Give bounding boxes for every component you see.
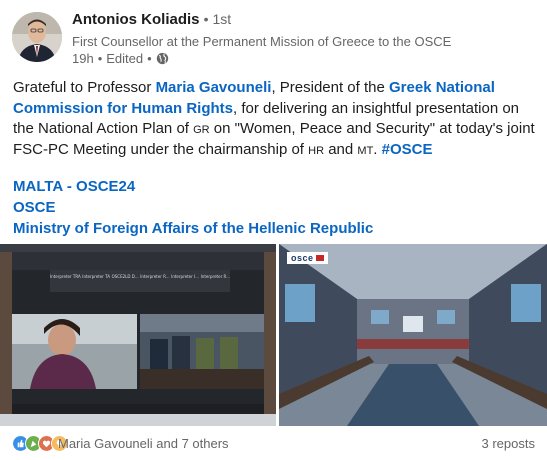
post-text-segment: and [324,140,358,158]
reaction-icons[interactable] [12,435,68,452]
abbr-hr: HR [308,140,325,158]
mention-osce[interactable]: OSCE [13,197,373,218]
mention-list: MALTA - OSCE24 OSCE Ministry of Foreign … [13,176,373,239]
post-paragraph: Grateful to Professor Maria Gavouneli, P… [13,78,538,160]
repost-count[interactable]: 3 reposts [482,436,535,451]
mention-hellenic-mfa[interactable]: Ministry of Foreign Affairs of the Helle… [13,218,373,239]
meta-separator: • [97,51,103,66]
zoom-participant-strip: Interpreter TRA Interpreter TA OSCE2LD D… [50,274,230,279]
hashtag-osce[interactable]: #OSCE [382,141,433,158]
post-text-segment: . [373,140,382,158]
meta-separator: • [147,51,152,66]
zoom-tile-label: Interpreter R... [200,274,230,279]
post-meta: 19h • Edited • [72,51,169,66]
edited-label: Edited [106,51,144,66]
post-image-conference-hall[interactable]: osce [279,244,547,426]
avatar-photo [12,12,62,62]
reactions-summary[interactable]: Maria Gavouneli and 7 others [58,436,229,451]
abbr-mt: MT [357,140,374,158]
zoom-tile-label: OSCE2LD D... [111,274,139,279]
mention-maria-gavouneli[interactable]: Maria Gavouneli [156,79,272,96]
osce-logo-text: osce [291,253,314,263]
connection-degree: 1st [212,11,232,27]
author-name[interactable]: Antonios Koliadis [72,11,200,28]
post-text-segment: Grateful to Professor [13,79,156,96]
zoom-tile-label: Interpreter TA [82,274,111,279]
post-body: Grateful to Professor Maria Gavouneli, P… [13,78,538,160]
zoom-tile-label: Interpreter TRA [50,274,81,279]
conference-hall-scene [279,244,547,426]
author-headline: First Counsellor at the Permanent Missio… [72,34,452,49]
zoom-tile-label: Interpreter I... [171,274,200,279]
osce-logo-mark [315,255,324,261]
zoom-tile-label: Interpreter R... [140,274,170,279]
mention-malta-osce24[interactable]: MALTA - OSCE24 [13,176,373,197]
globe-icon [156,52,168,65]
abbr-gr: GR [193,120,210,137]
post-image-video-call[interactable]: Interpreter TRA Interpreter TA OSCE2LD D… [0,244,276,426]
author-avatar[interactable] [12,12,62,62]
author-header: Antonios Koliadis • 1st [72,11,231,28]
video-call-scene [0,244,276,426]
post-time: 19h [72,51,94,66]
post-text-segment: , President of the [271,79,390,96]
osce-logo-badge: osce [287,252,328,264]
